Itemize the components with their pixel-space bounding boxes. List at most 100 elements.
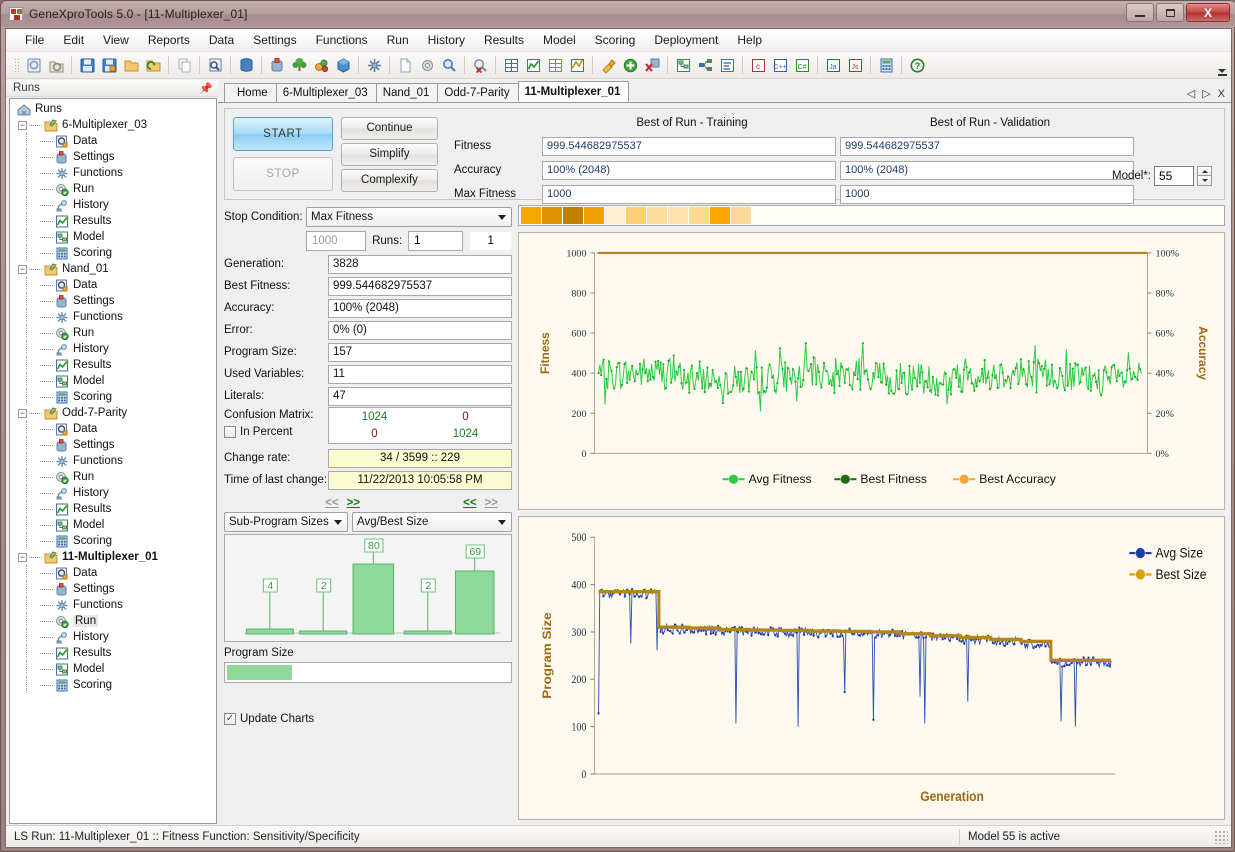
tree-root[interactable]: Runs [10, 101, 216, 117]
export-c-icon[interactable]: c [747, 54, 769, 76]
document-icon[interactable] [394, 54, 416, 76]
star-connector-icon[interactable] [363, 54, 385, 76]
table-icon[interactable] [500, 54, 522, 76]
pin-icon[interactable]: 📌 [199, 82, 213, 95]
database-icon[interactable] [235, 54, 257, 76]
tree-item-scoring[interactable]: Scoring [10, 389, 216, 405]
tree-item-model[interactable]: Model [10, 229, 216, 245]
chart-icon[interactable] [522, 54, 544, 76]
minimize-button[interactable] [1126, 3, 1154, 22]
model-number-input[interactable]: 55 [1154, 166, 1194, 186]
functions-icon[interactable] [310, 54, 332, 76]
spark-right-next[interactable]: >> [485, 497, 498, 509]
expander-icon[interactable]: − [18, 408, 27, 418]
new-run-icon[interactable] [23, 54, 45, 76]
update-charts-checkbox[interactable] [224, 713, 236, 725]
tab-odd-7-parity[interactable]: Odd-7-Parity [437, 83, 519, 102]
delete-run-icon[interactable] [469, 54, 491, 76]
runs-tree[interactable]: Runs −6-Multiplexer_03 Data Settings Functio… [9, 98, 217, 824]
tree-item-results[interactable]: Results [10, 645, 216, 661]
copy-icon[interactable] [173, 54, 195, 76]
spark-left-prev[interactable]: << [325, 497, 338, 509]
tree-item-settings[interactable]: Settings [10, 581, 216, 597]
tree-green-icon[interactable] [288, 54, 310, 76]
delete-blue-icon[interactable] [641, 54, 663, 76]
tree-item-data[interactable]: Data [10, 421, 216, 437]
spark-left-select[interactable]: Sub-Program Sizes [224, 512, 348, 532]
tree-item-run[interactable]: Run [10, 613, 216, 629]
network-icon[interactable] [694, 54, 716, 76]
menu-edit[interactable]: Edit [54, 30, 93, 50]
tree-item-run[interactable]: Run [10, 469, 216, 485]
save-all-icon[interactable] [98, 54, 120, 76]
folder-refresh-icon[interactable] [142, 54, 164, 76]
maximize-button[interactable] [1156, 3, 1184, 22]
toolbar-grip[interactable] [13, 56, 20, 74]
tree-item-results[interactable]: Results [10, 501, 216, 517]
gear-icon[interactable] [416, 54, 438, 76]
tree-item-functions[interactable]: Functions [10, 597, 216, 613]
close-button[interactable]: X [1186, 3, 1230, 22]
tree-item-settings[interactable]: Settings [10, 293, 216, 309]
settings-paint-icon[interactable] [266, 54, 288, 76]
menu-deployment[interactable]: Deployment [645, 30, 727, 50]
tree-item-history[interactable]: History [10, 341, 216, 357]
tree-item-scoring[interactable]: Scoring [10, 245, 216, 261]
tab-11-multiplexer_01[interactable]: 11-Multiplexer_01 [517, 81, 630, 102]
toolbar-overflow-button[interactable] [1215, 54, 1229, 76]
resize-grip[interactable] [1214, 829, 1228, 844]
table-green-icon[interactable] [544, 54, 566, 76]
tab-next-icon[interactable]: ▷ [1202, 87, 1210, 100]
tree-item-history[interactable]: History [10, 629, 216, 645]
in-percent-checkbox[interactable] [224, 426, 236, 438]
menu-scoring[interactable]: Scoring [586, 30, 645, 50]
model-spinner-up[interactable] [1197, 166, 1212, 176]
tree-item-scoring[interactable]: Scoring [10, 677, 216, 693]
menu-functions[interactable]: Functions [307, 30, 377, 50]
add-green-icon[interactable] [619, 54, 641, 76]
menu-view[interactable]: View [94, 30, 138, 50]
preview-icon[interactable] [204, 54, 226, 76]
menu-model[interactable]: Model [534, 30, 585, 50]
menu-results[interactable]: Results [475, 30, 533, 50]
tree-item-functions[interactable]: Functions [10, 309, 216, 325]
model-tree-icon[interactable] [672, 54, 694, 76]
tree-item-history[interactable]: History [10, 485, 216, 501]
tree-group-6-multiplexer_03[interactable]: − 6-Multiplexer_03 [10, 117, 216, 133]
tree-item-results[interactable]: Results [10, 357, 216, 373]
simplify-button[interactable]: Simplify [341, 142, 438, 166]
tree-item-functions[interactable]: Functions [10, 453, 216, 469]
export-cpp-icon[interactable]: C++ [769, 54, 791, 76]
tab-nand_01[interactable]: Nand_01 [375, 83, 439, 102]
menu-history[interactable]: History [419, 30, 474, 50]
stop-condition-select[interactable]: Max Fitness [306, 207, 512, 227]
tab-prev-icon[interactable]: ◁ [1187, 87, 1195, 100]
chart2-icon[interactable] [566, 54, 588, 76]
report-lines-icon[interactable] [716, 54, 738, 76]
tree-item-model[interactable]: Model [10, 517, 216, 533]
expander-icon[interactable]: − [18, 264, 27, 274]
tab-close-icon[interactable]: X [1218, 88, 1225, 100]
tree-item-data[interactable]: Data [10, 565, 216, 581]
tree-item-run[interactable]: Run [10, 325, 216, 341]
save-icon[interactable] [76, 54, 98, 76]
open-run-icon[interactable] [45, 54, 67, 76]
export-java-icon[interactable]: Ja [822, 54, 844, 76]
menu-data[interactable]: Data [200, 30, 243, 50]
spark-right-select[interactable]: Avg/Best Size [352, 512, 512, 532]
tree-item-data[interactable]: Data [10, 277, 216, 293]
tree-item-settings[interactable]: Settings [10, 149, 216, 165]
tree-item-model[interactable]: Model [10, 373, 216, 389]
tree-item-results[interactable]: Results [10, 213, 216, 229]
expander-icon[interactable]: − [18, 120, 27, 130]
tree-item-scoring[interactable]: Scoring [10, 533, 216, 549]
tree-group-nand_01[interactable]: − Nand_01 [10, 261, 216, 277]
tree-group-11-multiplexer_01[interactable]: − 11-Multiplexer_01 [10, 549, 216, 565]
help-icon[interactable]: ? [906, 54, 928, 76]
continue-button[interactable]: Continue [341, 116, 438, 140]
tree-item-data[interactable]: Data [10, 133, 216, 149]
magnifier-blue-icon[interactable] [438, 54, 460, 76]
spark-right-prev[interactable]: << [463, 497, 476, 509]
menu-settings[interactable]: Settings [244, 30, 305, 50]
export-csharp-icon[interactable]: C# [791, 54, 813, 76]
